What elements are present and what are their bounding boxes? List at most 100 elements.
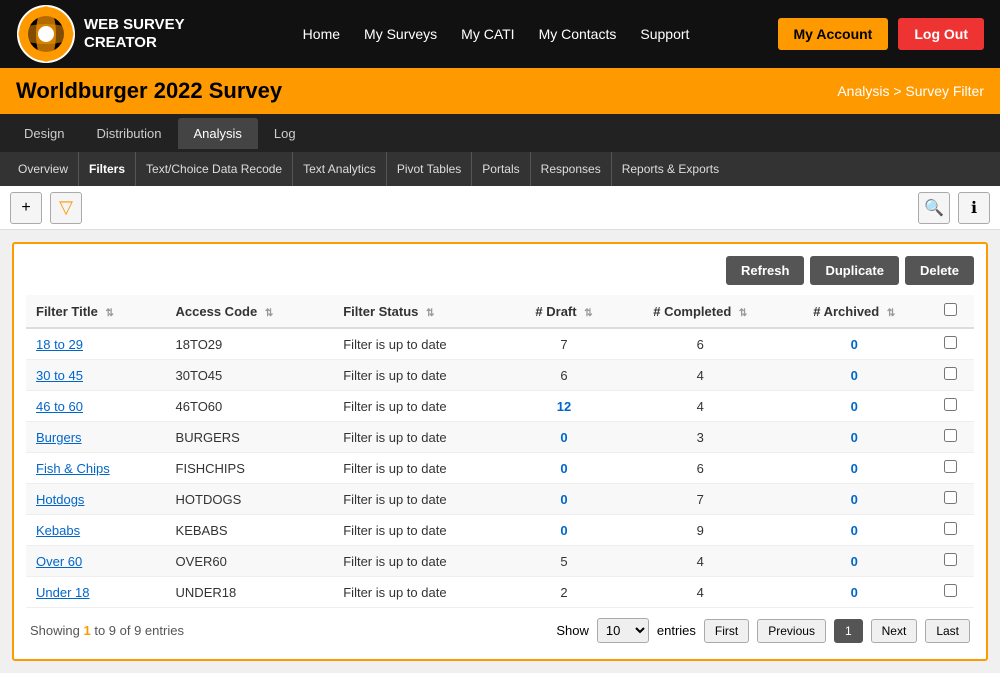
cell-code: 30TO45 xyxy=(166,360,334,391)
select-all-checkbox[interactable] xyxy=(944,303,957,316)
cell-draft: 6 xyxy=(509,360,619,391)
add-filter-button[interactable]: + xyxy=(10,192,42,224)
cell-title: 46 to 60 xyxy=(26,391,166,422)
col-filter-status: Filter Status ⇅ xyxy=(333,295,509,328)
breadcrumb-bar: Worldburger 2022 Survey Analysis > Surve… xyxy=(0,68,1000,114)
cell-checkbox xyxy=(927,391,974,422)
col-draft: # Draft ⇅ xyxy=(509,295,619,328)
filter-link[interactable]: Fish & Chips xyxy=(36,461,110,476)
subnav-pivot-tables[interactable]: Pivot Tables xyxy=(387,152,472,186)
row-checkbox[interactable] xyxy=(944,522,957,535)
cell-completed: 4 xyxy=(619,391,782,422)
search-button[interactable]: 🔍 xyxy=(918,192,950,224)
cell-draft: 0 xyxy=(509,515,619,546)
filter-link[interactable]: 30 to 45 xyxy=(36,368,83,383)
cell-code: HOTDOGS xyxy=(166,484,334,515)
cell-checkbox xyxy=(927,484,974,515)
info-button[interactable]: ℹ xyxy=(958,192,990,224)
filter-link[interactable]: Kebabs xyxy=(36,523,80,538)
log-out-button[interactable]: Log Out xyxy=(898,18,984,50)
sort-icon-title[interactable]: ⇅ xyxy=(106,308,114,319)
tab-bar: Design Distribution Analysis Log xyxy=(0,114,1000,152)
filter-icon-button[interactable]: ▽ xyxy=(50,192,82,224)
subnav-text-analytics[interactable]: Text Analytics xyxy=(293,152,387,186)
filter-link[interactable]: Burgers xyxy=(36,430,82,445)
filter-link[interactable]: Under 18 xyxy=(36,585,89,600)
cell-code: FISHCHIPS xyxy=(166,453,334,484)
row-checkbox[interactable] xyxy=(944,553,957,566)
cell-completed: 4 xyxy=(619,546,782,577)
cell-checkbox xyxy=(927,515,974,546)
filter-link[interactable]: Hotdogs xyxy=(36,492,84,507)
sort-icon-status[interactable]: ⇅ xyxy=(426,308,434,319)
table-row: Kebabs KEBABS Filter is up to date 0 9 0 xyxy=(26,515,974,546)
row-checkbox[interactable] xyxy=(944,460,957,473)
subnav-text-choice[interactable]: Text/Choice Data Recode xyxy=(136,152,293,186)
filter-link[interactable]: 46 to 60 xyxy=(36,399,83,414)
cell-completed: 6 xyxy=(619,328,782,360)
sort-icon-completed[interactable]: ⇅ xyxy=(739,308,747,319)
cell-archived: 0 xyxy=(782,484,927,515)
row-checkbox[interactable] xyxy=(944,367,957,380)
nav-my-surveys[interactable]: My Surveys xyxy=(364,26,437,42)
cell-title: Fish & Chips xyxy=(26,453,166,484)
my-account-button[interactable]: My Account xyxy=(778,18,889,50)
pagination-last[interactable]: Last xyxy=(925,619,970,643)
cell-checkbox xyxy=(927,453,974,484)
nav-my-contacts[interactable]: My Contacts xyxy=(539,26,617,42)
toolbar-left: + ▽ xyxy=(10,192,82,224)
sub-nav: Overview Filters Text/Choice Data Recode… xyxy=(0,152,1000,186)
cell-checkbox xyxy=(927,360,974,391)
col-checkbox-header xyxy=(927,295,974,328)
logo-icon xyxy=(16,4,76,64)
pagination-page1[interactable]: 1 xyxy=(834,619,863,643)
col-archived: # Archived ⇅ xyxy=(782,295,927,328)
row-checkbox[interactable] xyxy=(944,584,957,597)
delete-button[interactable]: Delete xyxy=(905,256,974,285)
subnav-responses[interactable]: Responses xyxy=(531,152,612,186)
nav-my-cati[interactable]: My CATI xyxy=(461,26,514,42)
toolbar-right: 🔍 ℹ xyxy=(918,192,990,224)
col-filter-title: Filter Title ⇅ xyxy=(26,295,166,328)
cell-completed: 3 xyxy=(619,422,782,453)
duplicate-button[interactable]: Duplicate xyxy=(810,256,899,285)
row-checkbox[interactable] xyxy=(944,429,957,442)
table-row: 46 to 60 46TO60 Filter is up to date 12 … xyxy=(26,391,974,422)
cell-status: Filter is up to date xyxy=(333,328,509,360)
subnav-reports[interactable]: Reports & Exports xyxy=(612,152,729,186)
filter-link[interactable]: Over 60 xyxy=(36,554,82,569)
cell-completed: 4 xyxy=(619,577,782,608)
cell-title: 18 to 29 xyxy=(26,328,166,360)
nav-support[interactable]: Support xyxy=(640,26,689,42)
tab-analysis[interactable]: Analysis xyxy=(178,118,258,149)
entries-select[interactable]: 10 25 50 100 xyxy=(597,618,649,643)
cell-archived: 0 xyxy=(782,422,927,453)
pagination-first[interactable]: First xyxy=(704,619,749,643)
cell-code: 46TO60 xyxy=(166,391,334,422)
row-checkbox[interactable] xyxy=(944,336,957,349)
nav-home[interactable]: Home xyxy=(303,26,340,42)
table-row: Fish & Chips FISHCHIPS Filter is up to d… xyxy=(26,453,974,484)
subnav-portals[interactable]: Portals xyxy=(472,152,530,186)
filter-link[interactable]: 18 to 29 xyxy=(36,337,83,352)
subnav-filters[interactable]: Filters xyxy=(79,152,136,186)
refresh-button[interactable]: Refresh xyxy=(726,256,804,285)
cell-code: KEBABS xyxy=(166,515,334,546)
cell-archived: 0 xyxy=(782,546,927,577)
row-checkbox[interactable] xyxy=(944,491,957,504)
pagination-prev[interactable]: Previous xyxy=(757,619,826,643)
tab-distribution[interactable]: Distribution xyxy=(80,118,177,149)
pagination-next[interactable]: Next xyxy=(871,619,918,643)
sort-icon-draft[interactable]: ⇅ xyxy=(584,308,592,319)
tab-log[interactable]: Log xyxy=(258,118,312,149)
showing-text: Showing 1 to 9 of 9 entries xyxy=(30,623,184,638)
sort-icon-code[interactable]: ⇅ xyxy=(265,308,273,319)
row-checkbox[interactable] xyxy=(944,398,957,411)
cell-archived: 0 xyxy=(782,453,927,484)
sort-icon-archived[interactable]: ⇅ xyxy=(887,308,895,319)
cell-completed: 7 xyxy=(619,484,782,515)
subnav-overview[interactable]: Overview xyxy=(8,152,79,186)
tab-design[interactable]: Design xyxy=(8,118,80,149)
cell-checkbox xyxy=(927,546,974,577)
logo-area: WEB SURVEY CREATOR xyxy=(16,4,185,64)
